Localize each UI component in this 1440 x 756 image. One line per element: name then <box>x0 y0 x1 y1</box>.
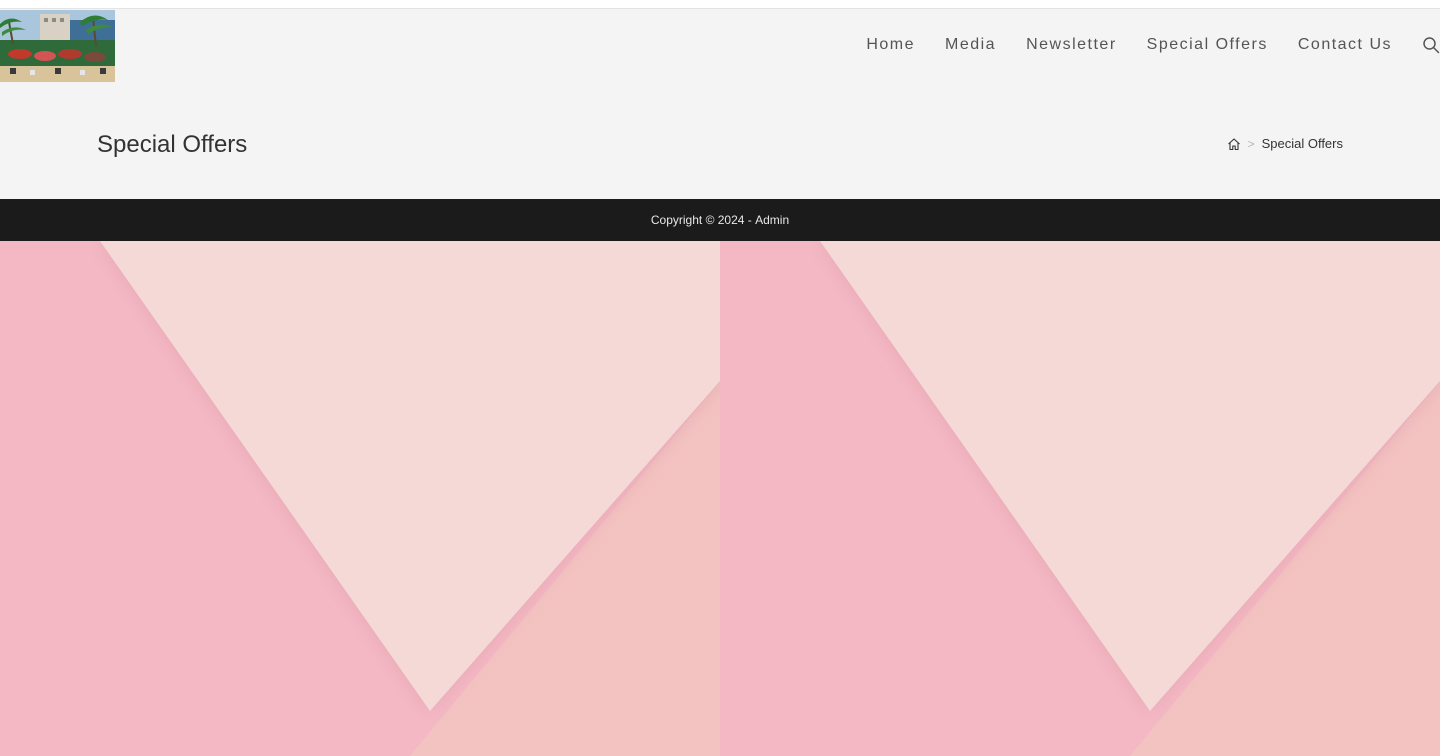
breadcrumb-current[interactable]: Special Offers <box>1262 136 1343 151</box>
nav-special-offers[interactable]: Special Offers <box>1147 36 1268 54</box>
background-pattern <box>0 241 1440 756</box>
nav-home[interactable]: Home <box>866 36 915 54</box>
main-nav: Home Media Newsletter Special Offers Con… <box>866 9 1440 81</box>
home-icon[interactable] <box>1227 137 1241 151</box>
footer-author-link[interactable]: Admin <box>755 213 789 227</box>
page-header: Special Offers > Special Offers <box>0 90 1440 199</box>
background-tile-left <box>0 241 720 756</box>
nav-contact-us[interactable]: Contact Us <box>1298 36 1392 54</box>
background-tile-right <box>720 241 1440 756</box>
copyright-text: Copyright © 2024 - <box>650 213 756 227</box>
nav-newsletter[interactable]: Newsletter <box>1026 36 1117 54</box>
breadcrumb-separator: > <box>1247 136 1255 151</box>
page: Home Media Newsletter Special Offers Con… <box>0 0 1440 756</box>
site-footer: Copyright © 2024 - Admin <box>0 199 1440 241</box>
search-icon[interactable] <box>1422 35 1440 55</box>
site-logo[interactable] <box>0 10 115 82</box>
breadcrumb: > Special Offers <box>1227 136 1343 151</box>
nav-media[interactable]: Media <box>945 36 996 54</box>
site-header: Home Media Newsletter Special Offers Con… <box>0 9 1440 90</box>
page-title: Special Offers <box>97 131 248 158</box>
top-strip <box>0 0 1440 9</box>
